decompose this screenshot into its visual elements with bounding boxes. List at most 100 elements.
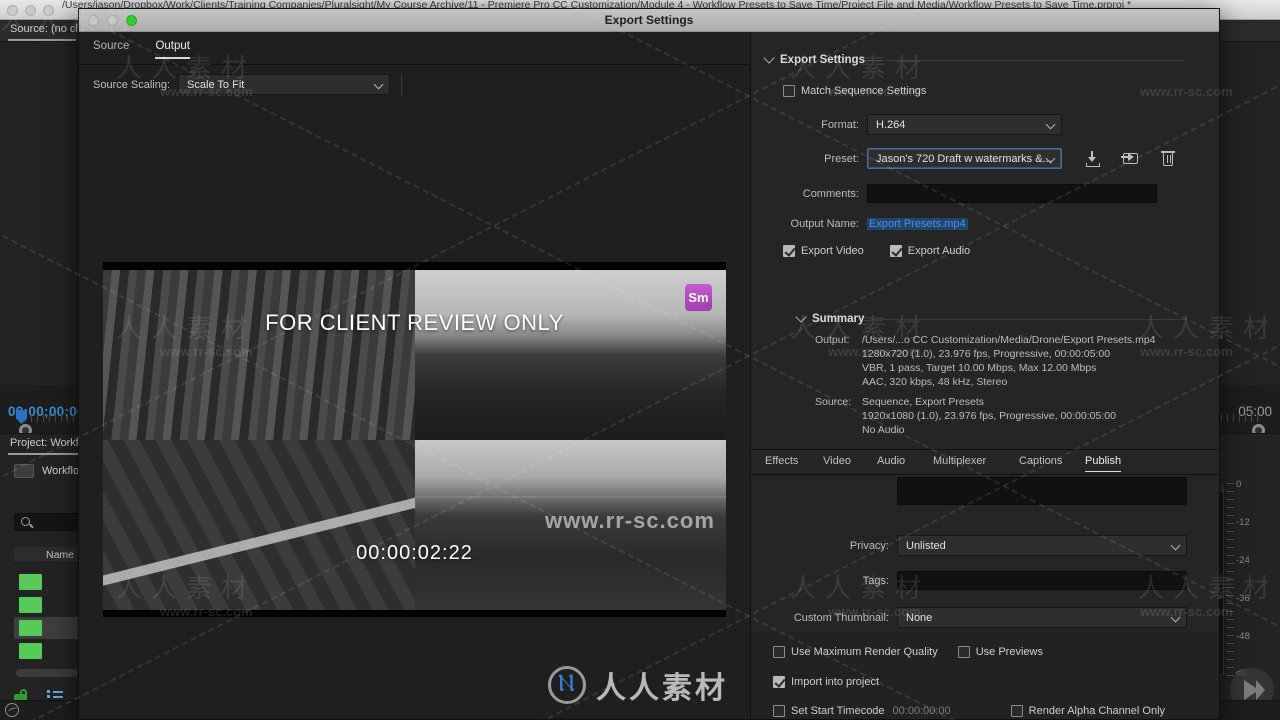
summary-output-line-2: 1280x720 (1.0), 23.976 fps, Progressive,… — [862, 348, 1111, 360]
export-settings-section-title: Export Settings — [780, 54, 865, 66]
export-audio-row[interactable]: Export Audio — [889, 245, 971, 257]
use-previews-label: Use Previews — [975, 646, 1043, 658]
meter-label-48: -48 — [1236, 631, 1250, 642]
start-timecode-row: Set Start Timecode 00:00:00:00 Render Al… — [773, 705, 1165, 717]
preset-label: Preset: — [824, 152, 859, 165]
preset-select[interactable]: Jason's 720 Draft w watermarks &... — [867, 148, 1062, 169]
preset-value: Jason's 720 Draft w watermarks &... — [876, 152, 1052, 165]
format-select[interactable]: H.264 — [867, 114, 1062, 135]
tab-video[interactable]: Video — [823, 455, 851, 471]
os-window-controls[interactable] — [7, 5, 54, 16]
zoom-button — [43, 5, 54, 16]
use-max-render-quality-row[interactable]: Use Maximum Render Quality — [773, 646, 938, 658]
preview-quadrant-bottom-left — [103, 440, 415, 610]
summary-section-header[interactable]: Summary — [795, 311, 865, 325]
import-into-project-checkbox[interactable] — [773, 676, 785, 688]
bottom-options-pane: Use Maximum Render Quality Use Previews … — [751, 632, 1219, 719]
list-item[interactable] — [14, 617, 80, 639]
export-audio-checkbox[interactable] — [889, 245, 902, 257]
source-scaling-label: Source Scaling: — [93, 78, 171, 91]
tab-output[interactable]: Output — [155, 40, 190, 59]
section-divider — [865, 60, 1185, 61]
publish-description-input[interactable] — [897, 477, 1187, 505]
export-toggles-row: Export Video Export Audio — [783, 245, 970, 257]
clip-thumbnail — [19, 643, 42, 659]
preset-row: Preset: Jason's 720 Draft w watermarks &… — [751, 148, 1271, 169]
match-sequence-label: Match Sequence Settings — [801, 85, 927, 97]
export-preset-icon[interactable] — [1121, 150, 1140, 168]
dialog-title: Export Settings — [604, 13, 694, 27]
summary-source-key: Source: — [815, 396, 852, 408]
import-preset-icon[interactable] — [1086, 150, 1104, 168]
export-preview[interactable]: Sm FOR CLIENT REVIEW ONLY 00:00:02:22 — [103, 262, 726, 617]
render-alpha-label: Render Alpha Channel Only — [1028, 705, 1166, 717]
publish-pane: Privacy: Unlisted Tags: Custom Thumbnail… — [751, 475, 1219, 657]
chevron-down-icon — [1170, 540, 1181, 551]
meter-label-24: -24 — [1236, 555, 1250, 566]
preview-quadrant-top-left — [103, 270, 415, 440]
summary-section-title: Summary — [812, 313, 865, 325]
project-search-input[interactable] — [14, 513, 80, 531]
tab-source[interactable]: Source — [93, 40, 129, 59]
dialog-left-pane: Source Output Source Scaling: Scale To F… — [79, 32, 751, 719]
tab-effects[interactable]: Effects — [765, 455, 798, 471]
preview-quadrant-top-right: Sm — [414, 270, 726, 440]
dialog-titlebar[interactable]: Export Settings — [79, 9, 1219, 32]
toolbar-separator — [401, 74, 402, 96]
list-item[interactable] — [14, 571, 80, 593]
project-column-header[interactable]: Name — [14, 547, 80, 563]
tab-publish[interactable]: Publish — [1085, 455, 1122, 472]
render-alpha-checkbox[interactable] — [1010, 705, 1023, 717]
delete-preset-icon[interactable] — [1160, 150, 1178, 168]
source-scaling-select[interactable]: Scale To Fit — [178, 74, 391, 95]
export-video-checkbox[interactable] — [783, 245, 795, 257]
import-into-project-row[interactable]: Import into project — [773, 676, 879, 688]
scrubber-ticks-left — [19, 414, 83, 422]
summary-source-line-1: Sequence, Export Presets — [862, 396, 984, 408]
summary-output-key: Output: — [815, 334, 850, 346]
render-quality-row: Use Maximum Render Quality Use Previews — [773, 646, 1043, 658]
comments-row: Comments: — [751, 184, 1271, 203]
summary-output-line-4: AAC, 320 kbps, 48 kHz, Stereo — [862, 376, 1008, 388]
use-max-render-quality-label: Use Maximum Render Quality — [791, 646, 938, 658]
import-into-project-label: Import into project — [791, 676, 880, 688]
privacy-value: Unlisted — [906, 539, 946, 552]
export-video-row[interactable]: Export Video — [783, 245, 864, 257]
tab-captions[interactable]: Captions — [1019, 455, 1062, 471]
tab-audio[interactable]: Audio — [877, 455, 905, 471]
comments-input[interactable] — [867, 184, 1157, 203]
format-label: Format: — [821, 118, 859, 131]
preview-overlay-text: FOR CLIENT REVIEW ONLY — [265, 310, 564, 335]
list-item[interactable] — [14, 594, 80, 616]
preview-quadrant-bottom-right — [414, 440, 726, 610]
format-row: Format: H.264 — [751, 114, 1191, 135]
custom-thumbnail-select[interactable]: None — [897, 607, 1187, 628]
project-horizontal-scrollbar[interactable] — [16, 669, 78, 677]
summary-source-line-3: No Audio — [862, 424, 905, 436]
meter-label-36: -36 — [1236, 593, 1250, 604]
match-sequence-settings-row[interactable]: Match Sequence Settings — [783, 85, 926, 97]
set-start-timecode-checkbox[interactable] — [773, 705, 785, 717]
tab-multiplexer[interactable]: Multiplexer — [933, 455, 986, 471]
match-sequence-checkbox[interactable] — [783, 85, 795, 97]
use-previews-row[interactable]: Use Previews — [957, 646, 1043, 658]
tags-label: Tags: — [862, 574, 889, 587]
set-start-timecode-row[interactable]: Set Start Timecode — [773, 705, 885, 717]
use-max-render-quality-checkbox[interactable] — [773, 646, 785, 658]
chevron-down-icon — [795, 311, 807, 323]
clip-thumbnail — [19, 620, 42, 636]
start-timecode-value[interactable]: 00:00:00:00 — [893, 705, 951, 717]
list-item[interactable] — [14, 640, 80, 662]
use-previews-checkbox[interactable] — [957, 646, 970, 658]
set-start-timecode-label: Set Start Timecode — [791, 705, 885, 717]
tags-input[interactable] — [897, 571, 1187, 590]
tabs-divider — [79, 64, 751, 65]
output-name-link[interactable]: Export Presets.mp4 — [867, 218, 968, 230]
export-settings-dialog: Export Settings Source Output Source Sca… — [78, 8, 1220, 720]
export-audio-label: Export Audio — [907, 245, 971, 257]
render-alpha-row[interactable]: Render Alpha Channel Only — [1010, 705, 1166, 717]
export-settings-section-header[interactable]: Export Settings — [763, 52, 865, 66]
privacy-select[interactable]: Unlisted — [897, 535, 1187, 556]
app-logo-icon — [5, 703, 19, 717]
source-tab-underline — [8, 39, 76, 41]
